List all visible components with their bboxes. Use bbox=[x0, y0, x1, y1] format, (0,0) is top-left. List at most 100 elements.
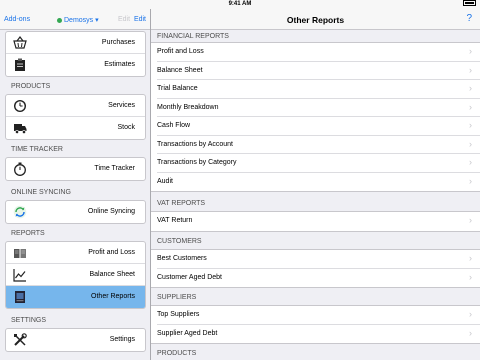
report-label: Audit bbox=[157, 177, 173, 185]
menu-group-online-syncing: Online Syncing bbox=[5, 200, 146, 224]
report-item-best-customers[interactable]: Best Customers › bbox=[157, 250, 480, 269]
menu-item-settings[interactable]: Settings bbox=[6, 329, 145, 351]
chevron-right-icon: › bbox=[469, 327, 472, 338]
right-pane: Other Reports ? FINANCIAL REPORTS Profit… bbox=[151, 9, 480, 360]
chevron-right-icon: › bbox=[469, 309, 472, 319]
menu-item-label: Balance Sheet bbox=[89, 271, 135, 278]
menu-item-online-syncing[interactable]: Online Syncing bbox=[6, 201, 145, 223]
menu-item-label: Estimates bbox=[104, 61, 135, 68]
book-icon bbox=[14, 249, 26, 258]
report-item-trial-balance[interactable]: Trial Balance › bbox=[157, 80, 480, 99]
chevron-right-icon: › bbox=[469, 120, 472, 130]
section-label-vat-reports: VAT REPORTS bbox=[157, 200, 206, 207]
menu-group-products: Services Stock bbox=[5, 94, 146, 140]
report-item-monthly-breakdown[interactable]: Monthly Breakdown › bbox=[157, 99, 480, 117]
chevron-right-icon: › bbox=[469, 175, 472, 186]
menu-group-sales: Purchases Estimates bbox=[5, 31, 146, 77]
edit-button[interactable]: Edit bbox=[134, 16, 146, 23]
report-label: Trial Balance bbox=[157, 85, 198, 92]
right-nav-bar: Other Reports ? bbox=[151, 9, 480, 30]
menu-item-services[interactable]: Services bbox=[6, 95, 145, 117]
section-label-time-tracker: TIME TRACKER bbox=[11, 146, 63, 153]
chevron-right-icon: › bbox=[469, 46, 472, 56]
chevron-right-icon: › bbox=[469, 83, 472, 93]
menu-item-label: Settings bbox=[109, 336, 135, 343]
disabled-edit-label: Edit bbox=[118, 16, 131, 23]
battery-icon bbox=[463, 0, 476, 9]
report-item-supplier-aged-debt[interactable]: Supplier Aged Debt › bbox=[157, 325, 480, 344]
sync-icon bbox=[13, 205, 27, 219]
report-item-transactions-by-category[interactable]: Transactions by Category › bbox=[157, 154, 480, 173]
suppliers-list: Top Suppliers › Supplier Aged Debt › bbox=[151, 305, 480, 344]
financial-reports-list: Profit and Loss › Balance Sheet › Trial Ba… bbox=[151, 42, 480, 192]
stopwatch-icon bbox=[14, 162, 26, 176]
menu-item-label: Services bbox=[108, 102, 135, 109]
company-label: Demosys ▾ bbox=[64, 17, 99, 24]
section-label-financial-reports: FINANCIAL REPORTS bbox=[157, 33, 229, 40]
report-label: Balance Sheet bbox=[157, 66, 203, 74]
clock-icon bbox=[14, 100, 26, 112]
tools-icon bbox=[14, 333, 27, 346]
menu-item-stock[interactable]: Stock bbox=[6, 117, 145, 139]
menu-item-other-reports[interactable]: Other Reports bbox=[6, 286, 145, 308]
menu-item-estimates[interactable]: Estimates bbox=[6, 54, 145, 76]
menu-item-label: Purchases bbox=[101, 39, 135, 46]
help-button[interactable]: ? bbox=[466, 13, 472, 24]
menu-item-label: Stock bbox=[117, 124, 135, 131]
company-selector[interactable]: Demosys ▾ bbox=[57, 16, 99, 24]
report-item-transactions-by-account[interactable]: Transactions by Account › bbox=[157, 136, 480, 154]
section-label-reports: REPORTS bbox=[11, 230, 45, 237]
menu-group-time-tracker: Time Tracker bbox=[5, 157, 146, 181]
report-label: Transactions by Category bbox=[157, 159, 237, 166]
chevron-right-icon: › bbox=[469, 64, 472, 75]
addons-button[interactable]: Add-ons bbox=[4, 16, 30, 23]
section-label-products: PRODUCTS bbox=[157, 350, 197, 357]
vat-reports-list: VAT Return › bbox=[151, 211, 480, 232]
report-label: VAT Return bbox=[157, 217, 193, 224]
report-item-top-suppliers[interactable]: Top Suppliers › bbox=[157, 306, 480, 325]
report-label: Profit and Loss bbox=[157, 48, 204, 55]
document-icon bbox=[15, 291, 25, 303]
chevron-right-icon: › bbox=[469, 138, 472, 149]
customers-list: Best Customers › Customer Aged Debt › bbox=[151, 249, 480, 288]
report-label: Monthly Breakdown bbox=[157, 103, 219, 111]
chart-icon bbox=[13, 269, 26, 282]
menu-item-label: Online Syncing bbox=[87, 208, 135, 215]
left-nav-bar: Add-ons Demosys ▾ Edit Edit bbox=[0, 9, 150, 30]
report-item-customer-aged-debt[interactable]: Customer Aged Debt › bbox=[157, 269, 480, 288]
chevron-right-icon: › bbox=[469, 157, 472, 167]
truck-icon bbox=[14, 124, 27, 134]
report-item-cash-flow[interactable]: Cash Flow › bbox=[157, 117, 480, 136]
menu-group-settings: Settings bbox=[5, 328, 146, 352]
online-dot-icon bbox=[57, 17, 62, 23]
section-label-products: PRODUCTS bbox=[11, 83, 51, 90]
menu-item-time-tracker[interactable]: Time Tracker bbox=[6, 158, 145, 180]
menu-item-label: Other Reports bbox=[91, 293, 135, 300]
chevron-right-icon: › bbox=[469, 101, 472, 112]
left-pane: Add-ons Demosys ▾ Edit Edit Purchases Es… bbox=[0, 9, 150, 360]
basket-icon bbox=[13, 36, 27, 49]
report-item-vat-return[interactable]: VAT Return › bbox=[157, 212, 480, 231]
report-label: Best Customers bbox=[157, 255, 207, 262]
report-label: Supplier Aged Debt bbox=[157, 329, 218, 337]
report-label: Transactions by Account bbox=[157, 140, 234, 148]
menu-item-label: Profit and Loss bbox=[88, 249, 135, 256]
chevron-right-icon: › bbox=[469, 253, 472, 263]
section-label-customers: CUSTOMERS bbox=[157, 238, 202, 245]
menu-item-profit-and-loss[interactable]: Profit and Loss bbox=[6, 242, 145, 264]
menu-item-purchases[interactable]: Purchases bbox=[6, 32, 145, 54]
report-item-balance-sheet[interactable]: Balance Sheet › bbox=[157, 62, 480, 80]
report-label: Cash Flow bbox=[157, 122, 191, 129]
report-item-audit[interactable]: Audit › bbox=[157, 173, 480, 192]
status-bar: 9:41 AM bbox=[0, 0, 480, 9]
report-item-profit-and-loss[interactable]: Profit and Loss › bbox=[157, 43, 480, 62]
menu-item-label: Time Tracker bbox=[94, 165, 135, 172]
report-label: Top Suppliers bbox=[157, 311, 200, 318]
chevron-right-icon: › bbox=[469, 215, 472, 225]
clipboard-icon bbox=[15, 58, 25, 71]
section-label-settings: SETTINGS bbox=[11, 317, 47, 324]
section-label-online-syncing: ONLINE SYNCING bbox=[11, 189, 71, 196]
menu-item-balance-sheet[interactable]: Balance Sheet bbox=[6, 264, 145, 286]
status-time: 9:41 AM bbox=[228, 1, 252, 7]
menu-group-reports: Profit and Loss Balance Sheet Other Repo… bbox=[5, 241, 146, 309]
